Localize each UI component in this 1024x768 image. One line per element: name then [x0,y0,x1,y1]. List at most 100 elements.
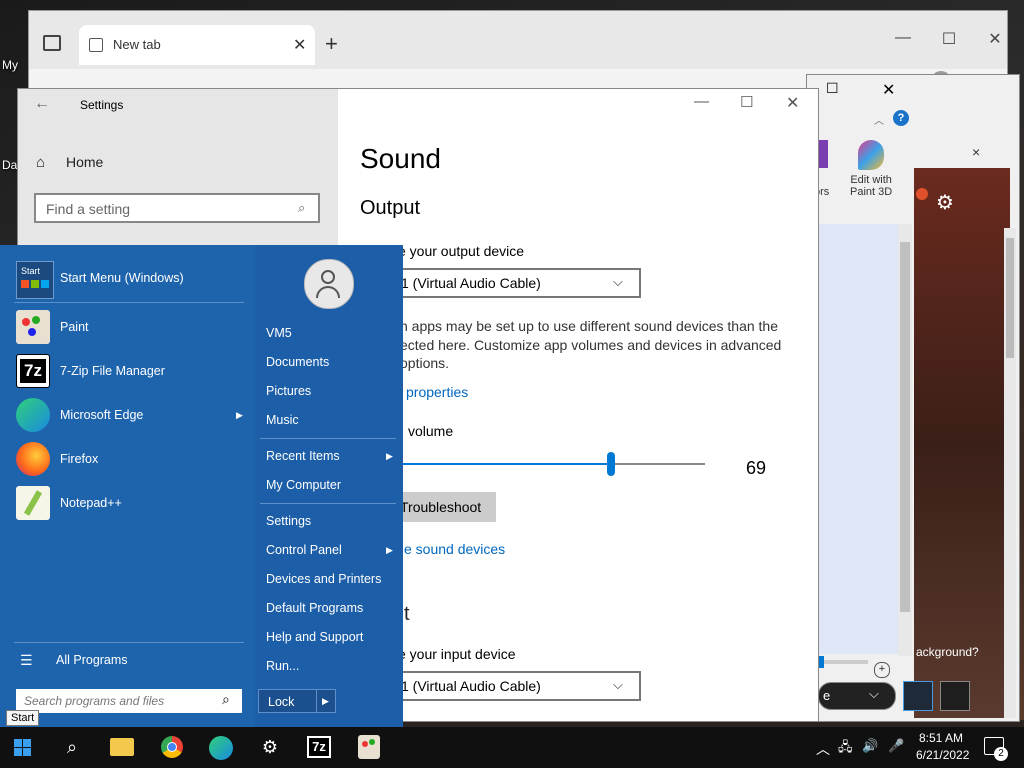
paint-maximize-icon[interactable]: ☐ [826,80,839,97]
edit-with-paint3d-button[interactable]: Edit with Paint 3D [850,174,892,198]
chrome-icon[interactable] [161,736,183,758]
close-icon[interactable]: ✕ [786,93,799,113]
menu-item-start-menu-windows[interactable]: Start Menu (Windows) [60,271,184,285]
taskbar: ⌕ ⚙ 7z ︿ 🖧 🔊 🎤 8:51 AM 6/21/2022 2 [0,727,1024,768]
volume-slider[interactable] [403,452,705,476]
output-device-dropdown[interactable]: 1 (Virtual Audio Cable) ⌵ [385,268,641,298]
output-device-value: 1 (Virtual Audio Cable) [401,275,541,291]
new-tab-button[interactable]: + [325,31,338,57]
collapse-ribbon-icon[interactable]: ︿ [874,112,884,127]
paint-icon [16,310,50,344]
menu-item-control-panel[interactable]: Control Panel [266,543,342,557]
menu-item-music[interactable]: Music [266,413,299,427]
menu-item-pictures[interactable]: Pictures [266,384,311,398]
menu-item-recent-items[interactable]: Recent Items [266,449,340,463]
volume-track-filled [403,463,611,465]
maximize-icon[interactable]: ☐ [740,93,753,111]
lock-button[interactable]: Lock ▶ [258,689,336,713]
menu-item-7zip[interactable]: 7-Zip File Manager [60,364,165,378]
menu-item-edge[interactable]: Microsoft Edge [60,408,143,422]
volume-icon[interactable]: 🔊 [862,738,878,754]
menu-item-documents[interactable]: Documents [266,355,329,369]
new-tab-page-icon [89,38,103,52]
user-avatar[interactable] [304,259,354,309]
microphone-icon[interactable]: 🎤 [888,738,904,754]
start-search-placeholder: Search programs and files [24,694,165,708]
back-arrow-icon[interactable]: ← [34,95,50,113]
scrollbar-thumb[interactable] [1006,238,1014,358]
desktop-icon-label[interactable]: My [2,58,18,72]
zoom-in-icon[interactable]: + [874,662,890,678]
divider [260,503,396,504]
show-hidden-icons[interactable]: ︿ [816,739,830,759]
window-title: Settings [80,98,124,112]
start-search-input[interactable]: Search programs and files ⌕ [16,689,242,713]
search-icon: ⌕ [222,691,230,707]
divider [14,302,244,303]
gear-icon[interactable]: ⚙ [936,190,954,215]
vertical-scrollbar[interactable] [898,224,912,656]
menu-item-help-support[interactable]: Help and Support [266,630,363,644]
device-properties-link[interactable]: properties [406,384,468,400]
paint-close-icon[interactable]: ✕ [882,80,895,100]
panel-close-icon[interactable]: × [972,144,980,160]
output-info-text: n apps may be set up to use different so… [400,318,782,371]
tab-actions-icon[interactable] [43,35,61,51]
background-dropdown[interactable]: e ⌵ [818,682,896,710]
zoom-slider[interactable] [818,656,868,668]
settings-gear-icon[interactable]: ⚙ [254,731,286,763]
right-scrollbar[interactable] [1004,228,1016,718]
help-icon[interactable]: ? [893,110,909,126]
menu-item-settings[interactable]: Settings [266,514,311,528]
menu-item-my-computer[interactable]: My Computer [266,478,341,492]
menu-item-run[interactable]: Run... [266,659,299,673]
volume-track-empty [611,463,705,465]
search-icon[interactable]: ⌕ [56,731,88,763]
network-icon[interactable]: 🖧 [838,738,853,760]
desktop-icon-label[interactable]: Da [2,158,17,172]
file-explorer-icon[interactable] [110,738,134,756]
7zip-taskbar-icon[interactable]: 7z [307,736,331,758]
output-heading: Output [360,197,421,219]
tab-title: New tab [113,37,161,52]
scrollbar-thumb[interactable] [900,242,910,612]
menu-item-paint[interactable]: Paint [60,320,89,334]
troubleshoot-button[interactable]: Troubleshoot [388,492,496,522]
menu-item-firefox[interactable]: Firefox [60,452,98,466]
choose-output-label: e your output device [398,243,525,259]
lock-options-arrow-icon[interactable]: ▶ [322,696,329,707]
paint-canvas[interactable] [818,224,900,654]
submenu-arrow-icon: ▶ [386,451,393,461]
manage-sound-devices-link[interactable]: e sound devices [404,541,505,557]
input-device-dropdown[interactable]: 1 (Virtual Audio Cable) ⌵ [385,671,641,701]
paint-taskbar-icon[interactable] [358,735,380,759]
list-view-icon[interactable] [940,681,970,711]
find-setting-placeholder: Find a setting [46,201,131,217]
minimize-icon[interactable]: — [883,29,923,47]
nav-home[interactable]: Home [66,154,103,170]
minimize-icon[interactable]: — [694,93,709,110]
menu-item-user[interactable]: VM5 [266,326,292,340]
start-menu: Start Start Menu (Windows) Paint 7z 7-Zi… [0,245,403,727]
tab-new-tab[interactable]: New tab ✕ [79,25,315,65]
edge-icon[interactable] [209,736,233,760]
close-tab-icon[interactable]: ✕ [293,35,306,55]
windows-start-icon[interactable] [14,739,32,757]
menu-item-default-programs[interactable]: Default Programs [266,601,363,615]
menu-item-notepadpp[interactable]: Notepad++ [60,496,122,510]
all-programs-button[interactable]: All Programs [56,653,128,667]
home-icon: ⌂ [36,154,46,171]
close-window-icon[interactable]: ✕ [975,29,1015,49]
grid-view-icon[interactable] [903,681,933,711]
menu-item-devices-printers[interactable]: Devices and Printers [266,572,381,586]
chevron-down-icon: ⌵ [869,686,879,701]
choose-input-label: e your input device [398,646,516,662]
chevron-down-icon: ⌵ [613,677,623,692]
7zip-icon: 7z [16,354,50,388]
input-device-value: 1 (Virtual Audio Cable) [401,678,541,694]
find-setting-input[interactable]: Find a setting ⌕ [34,193,320,223]
clock[interactable]: 8:51 AM 6/21/2022 [916,731,969,762]
maximize-icon[interactable]: ☐ [929,29,969,49]
page-title: Sound [360,143,441,174]
volume-thumb[interactable] [607,452,615,476]
